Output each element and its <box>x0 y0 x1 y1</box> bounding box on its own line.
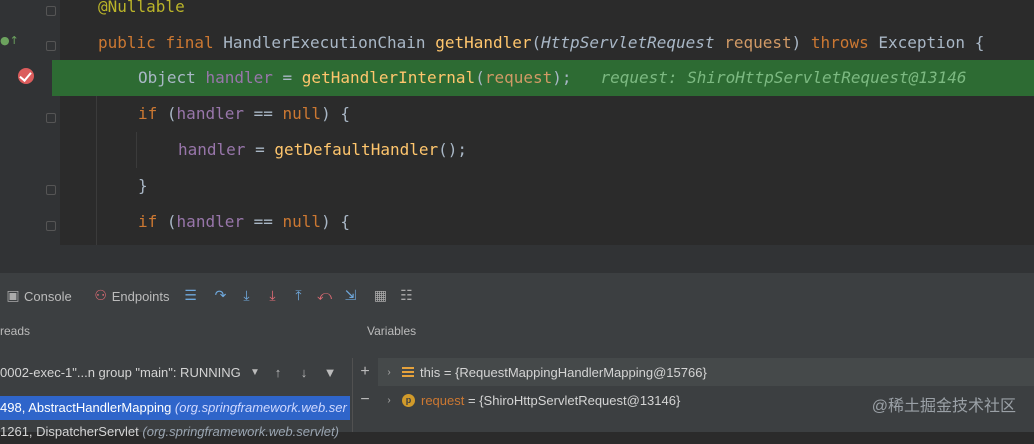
keyword-if: if <box>138 212 158 231</box>
return-type: HandlerExecutionChain <box>223 33 426 52</box>
debug-toolbar: ▣ Console ⚇ Endpoints ☰ ↷ ⤓ ⤓ ⤒ ⤺ ⇲ ▦ ☷ <box>0 274 1034 318</box>
add-watch-icon[interactable]: + <box>353 358 377 386</box>
paren: ( <box>475 68 485 87</box>
brace: { <box>974 33 985 52</box>
variables-side-toolbar: + − <box>353 358 377 432</box>
console-icon: ▣ <box>6 288 20 304</box>
thread-selector-value: 0002-exec-1"...n group "main": RUNNING <box>0 364 241 380</box>
type-object: Object <box>138 68 196 87</box>
run-to-cursor-icon[interactable]: ⇲ <box>340 288 362 304</box>
keyword-if: if <box>138 104 158 123</box>
keyword-null: null <box>282 212 322 231</box>
console-tab[interactable]: ▣ Console <box>2 288 72 304</box>
exception-type: Exception <box>878 33 966 52</box>
keyword-public: public <box>98 33 156 52</box>
show-frames-icon[interactable]: ☰ <box>180 288 202 304</box>
brace: } <box>138 176 148 195</box>
threads-header: reads <box>0 324 31 338</box>
var-handler: handler <box>176 104 244 123</box>
endpoints-tab[interactable]: ⚇ Endpoints <box>90 288 170 304</box>
code-line-assign-default[interactable]: handler = getDefaultHandler(); <box>0 132 1034 168</box>
frame-method: AbstractHandlerMapping <box>28 400 172 415</box>
parameter-icon: p <box>402 393 415 407</box>
operator: == <box>253 104 273 123</box>
brace: { <box>340 212 350 231</box>
console-label: Console <box>24 288 72 304</box>
variable-eq: = <box>468 392 476 408</box>
variable-row-this[interactable]: › this = {RequestMappingHandlerMapping@1… <box>378 358 1034 386</box>
evaluate-expression-icon[interactable]: ▦ <box>370 288 392 304</box>
code-line-method-signature[interactable]: public final HandlerExecutionChain getHa… <box>0 25 1034 61</box>
filter-icon[interactable]: ▼ <box>317 365 343 380</box>
breakpoint-check-icon[interactable] <box>18 68 34 84</box>
call-getHandlerInternal: getHandlerInternal <box>301 68 476 87</box>
chevron-down-icon[interactable]: ▼ <box>245 367 265 378</box>
editor-bottom-strip <box>0 245 1034 273</box>
code-line-current-execution[interactable]: Object handler = getHandlerInternal(requ… <box>52 60 1034 96</box>
step-out-icon[interactable]: ⤒ <box>288 288 310 304</box>
remove-watch-icon[interactable]: − <box>353 386 377 414</box>
frame-line: 498 <box>0 400 22 415</box>
paren: ) <box>321 212 331 231</box>
endpoints-icon: ⚇ <box>94 288 107 304</box>
variable-eq: = <box>443 364 452 380</box>
endpoints-label: Endpoints <box>111 288 170 304</box>
annotation: @Nullable <box>98 0 185 16</box>
arrow-up-icon[interactable]: ↑ <box>265 365 291 380</box>
variable-value: {RequestMappingHandlerMapping@15766} <box>455 364 707 380</box>
threads-frames-pane: 0002-exec-1"...n group "main": RUNNING ▼… <box>0 358 352 439</box>
code-line-if[interactable]: if (handler == null) { <box>0 96 1034 132</box>
code-line-close-brace[interactable]: } <box>0 168 1034 204</box>
variable-value: {ShiroHttpServletRequest@13146} <box>479 392 681 408</box>
code-line-if[interactable]: if (handler == null) { <box>0 204 1034 240</box>
field-icon <box>402 367 414 377</box>
variable-name: request <box>421 392 465 408</box>
frame-package: (org.springframework.web.ser <box>174 400 347 415</box>
paren: ( <box>166 104 177 123</box>
step-over-icon[interactable]: ↷ <box>210 288 232 304</box>
variable-name: this <box>420 364 441 380</box>
step-into-icon[interactable]: ⤓ <box>236 288 258 304</box>
operator: == <box>253 212 273 231</box>
method-name: getHandler <box>435 33 532 52</box>
paren: ( <box>166 212 177 231</box>
code-editor[interactable]: ●↑ @Nullable public final HandlerExecuti… <box>0 0 1034 273</box>
keyword-final: final <box>165 33 214 52</box>
trace-stream-icon[interactable]: ☷ <box>396 288 418 304</box>
arrow-down-icon[interactable]: ↓ <box>291 365 317 380</box>
drop-frame-icon[interactable]: ⤺ <box>314 288 336 304</box>
param-type: HttpServletRequest <box>541 33 715 52</box>
keyword-throws: throws <box>810 33 869 52</box>
debug-panel: ▣ Console ⚇ Endpoints ☰ ↷ ⤓ ⤓ ⤒ ⤺ ⇲ ▦ ☷ … <box>0 274 1034 439</box>
thread-selector[interactable]: 0002-exec-1"...n group "main": RUNNING ▼… <box>0 358 352 386</box>
code-line-annotation[interactable]: @Nullable <box>0 0 1034 25</box>
paren: ) <box>791 33 802 52</box>
paren: ( <box>531 33 542 52</box>
var-handler: handler <box>176 212 244 231</box>
brace: { <box>340 104 350 123</box>
frame-row[interactable]: 1261, DispatcherServlet (org.springframe… <box>0 420 350 444</box>
chevron-right-icon[interactable]: › <box>382 395 396 406</box>
param-name: request <box>724 33 792 52</box>
operator: = <box>282 68 293 87</box>
force-step-into-icon[interactable]: ⤓ <box>262 288 284 304</box>
var-handler: handler <box>178 140 246 159</box>
paren: ) <box>321 104 331 123</box>
arg-request: request <box>484 68 553 87</box>
keyword-null: null <box>282 104 322 123</box>
var-handler: handler <box>205 68 273 87</box>
frame-row-selected[interactable]: 498, AbstractHandlerMapping (org.springf… <box>0 396 350 420</box>
watermark: @稀土掘金技术社区 <box>871 398 1016 415</box>
paren: ); <box>552 68 572 87</box>
inline-debug-value: request: ShiroHttpServletRequest@13146 <box>600 68 967 87</box>
operator: = <box>255 140 265 159</box>
call-getDefaultHandler: getDefaultHandler <box>274 140 439 159</box>
chevron-right-icon[interactable]: › <box>382 367 396 378</box>
variables-header: Variables <box>367 324 417 338</box>
paren: (); <box>438 140 468 159</box>
